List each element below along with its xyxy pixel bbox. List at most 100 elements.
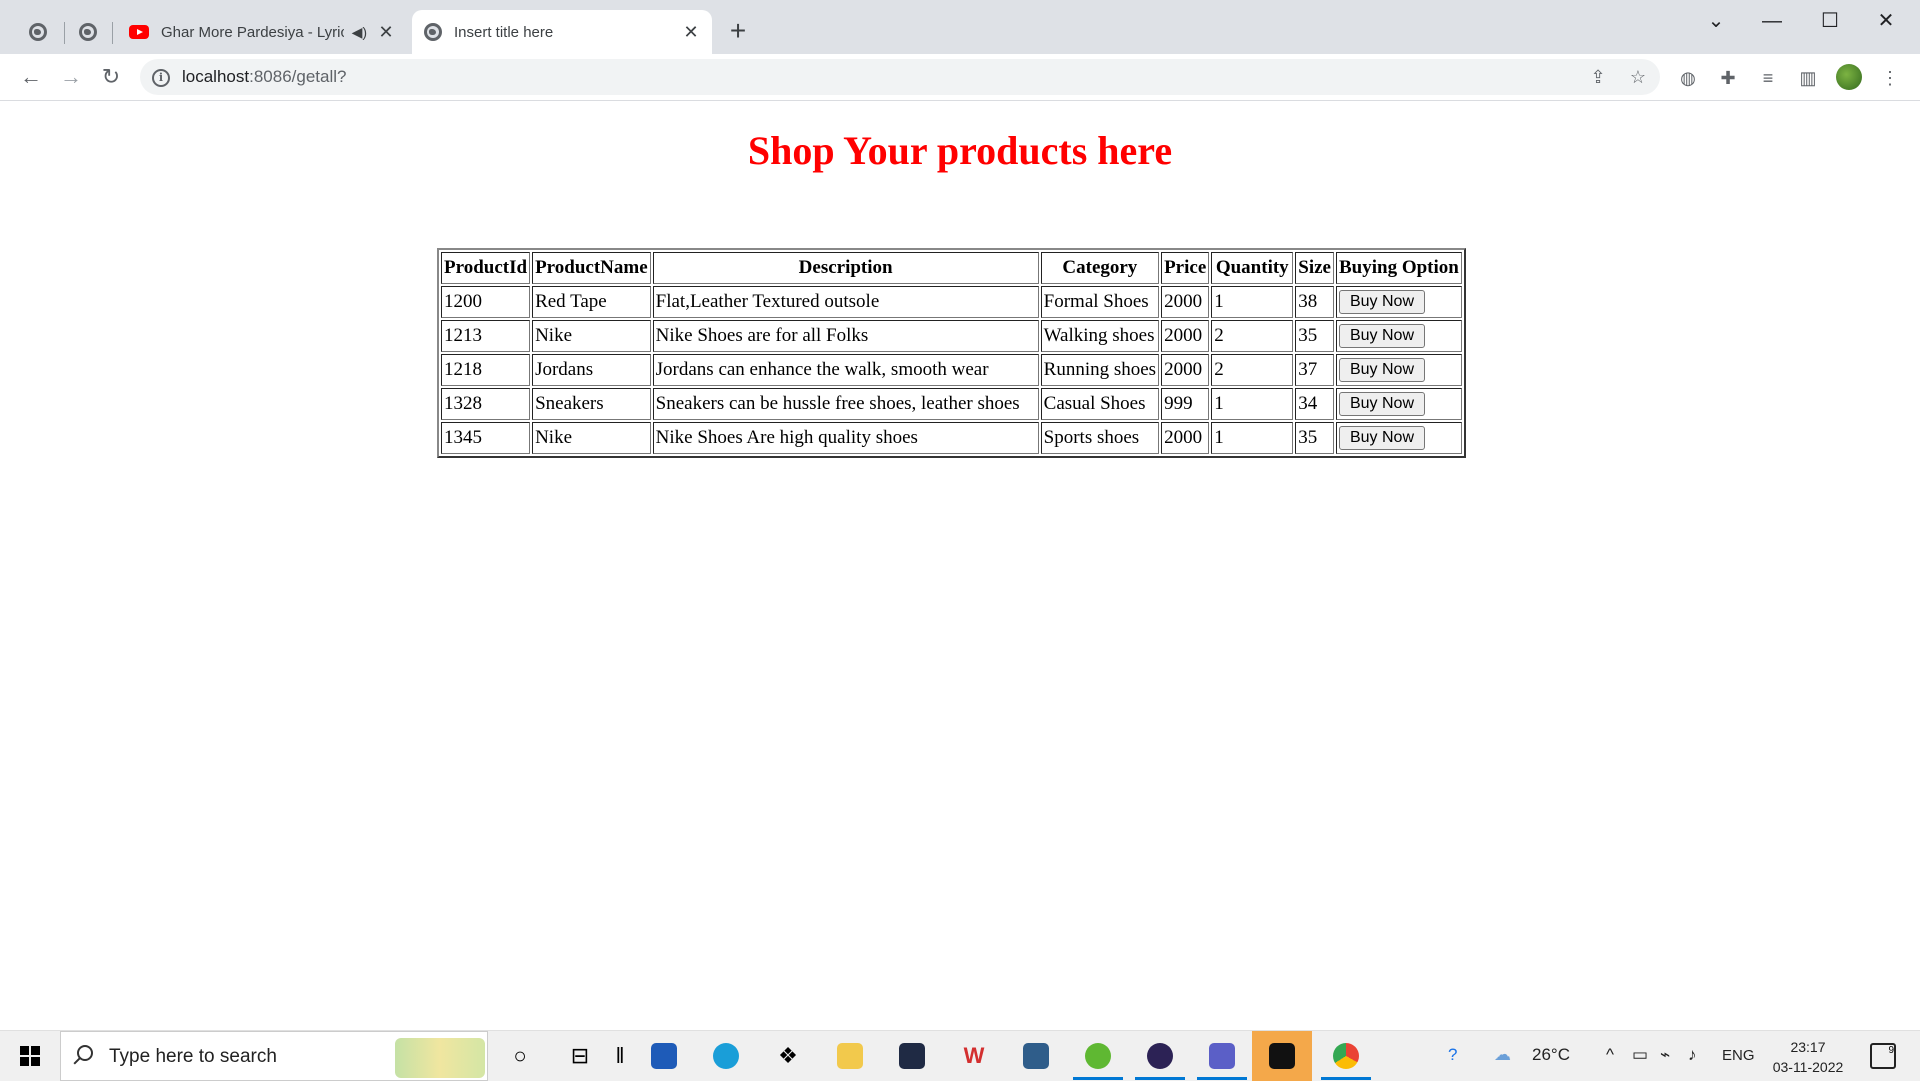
task-view-icon[interactable]: ⊟: [564, 1040, 596, 1072]
cell-description: Flat,Leather Textured outsole: [652, 286, 1039, 318]
buy-now-button[interactable]: Buy Now: [1338, 358, 1426, 382]
pipe-app-icon[interactable]: ‖: [604, 1040, 636, 1072]
cell-product-name: Nike: [532, 422, 651, 454]
share-icon[interactable]: ⇪: [1586, 65, 1610, 89]
cell-product-name: Nike: [532, 320, 651, 352]
buy-now-button[interactable]: Buy Now: [1338, 290, 1426, 314]
table-row: 1328 Sneakers Sneakers can be hussle fre…: [441, 388, 1462, 420]
reload-icon[interactable]: ↻: [94, 60, 128, 94]
header-size: Size: [1295, 252, 1334, 284]
dropbox-icon[interactable]: ❖: [772, 1040, 804, 1072]
windows-start-icon[interactable]: [20, 1046, 40, 1066]
translate-icon[interactable]: ◍: [1676, 66, 1700, 90]
buy-now-button[interactable]: Buy Now: [1338, 324, 1426, 348]
close-window-button[interactable]: ✕: [1858, 6, 1914, 36]
cell-product-id: 1328: [441, 388, 531, 420]
menu-kebab-icon[interactable]: ⋮: [1878, 66, 1902, 90]
table-header-row: ProductId ProductName Description Catego…: [441, 252, 1462, 284]
products-table: ProductId ProductName Description Catego…: [437, 248, 1466, 458]
speaker-icon[interactable]: ◀): [352, 24, 367, 41]
edge-icon[interactable]: [710, 1040, 742, 1072]
browser-tab-strip: Ghar More Pardesiya - Lyrica ◀) ✕ Insert…: [0, 0, 1920, 54]
globe-icon: [424, 23, 442, 41]
url-host: localhost: [182, 67, 250, 86]
mysql-workbench-icon[interactable]: [1020, 1040, 1052, 1072]
network-icon[interactable]: ⌁: [1660, 1045, 1670, 1065]
url-text[interactable]: localhost:8086/getall?: [182, 67, 346, 87]
extensions-puzzle-icon[interactable]: ✚: [1716, 66, 1740, 90]
cell-buying-option: Buy Now: [1335, 422, 1462, 454]
cell-category: Sports shoes: [1040, 422, 1160, 454]
cell-price: 2000: [1161, 320, 1210, 352]
microsoft-store-icon[interactable]: [648, 1040, 680, 1072]
buy-now-button[interactable]: Buy Now: [1338, 392, 1426, 416]
search-placeholder: Type here to search: [109, 1046, 277, 1067]
taskbar-search-box[interactable]: Type here to search: [60, 1031, 488, 1081]
youtube-icon: [129, 25, 149, 39]
close-tab-icon[interactable]: ✕: [680, 22, 702, 43]
teams-icon[interactable]: [1206, 1040, 1238, 1072]
media-control-icon[interactable]: ≡: [1756, 66, 1780, 90]
cortana-icon[interactable]: ○: [504, 1040, 536, 1072]
header-buying-option: Buying Option: [1335, 252, 1462, 284]
cell-category: Casual Shoes: [1040, 388, 1160, 420]
side-panel-icon[interactable]: ▥: [1796, 66, 1820, 90]
show-hidden-icons-chevron-icon[interactable]: ^: [1606, 1045, 1614, 1065]
close-tab-icon[interactable]: ✕: [375, 22, 397, 43]
wps-office-icon[interactable]: W: [958, 1040, 990, 1072]
header-product-name: ProductName: [532, 252, 651, 284]
file-explorer-icon[interactable]: [834, 1040, 866, 1072]
help-icon[interactable]: ?: [1448, 1045, 1457, 1065]
forward-arrow-icon[interactable]: →: [54, 60, 88, 94]
page-heading: Shop Your products here: [747, 128, 1173, 173]
cell-size: 37: [1295, 354, 1334, 386]
site-info-icon[interactable]: i: [152, 69, 170, 87]
profile-avatar[interactable]: [1836, 64, 1862, 90]
tab-title: Ghar More Pardesiya - Lyrica: [161, 23, 344, 41]
eclipse-icon[interactable]: [1144, 1040, 1176, 1072]
taskbar-clock[interactable]: 23:17 03-11-2022: [1768, 1037, 1848, 1077]
cell-quantity: 1: [1211, 388, 1294, 420]
bookmark-star-icon[interactable]: ☆: [1626, 65, 1650, 89]
maximize-button[interactable]: ☐: [1802, 6, 1858, 36]
header-quantity: Quantity: [1211, 252, 1294, 284]
weather-cloud-icon[interactable]: ☁: [1494, 1045, 1511, 1065]
cell-category: Walking shoes: [1040, 320, 1160, 352]
cell-size: 35: [1295, 422, 1334, 454]
battery-icon[interactable]: ▭: [1632, 1045, 1648, 1065]
pinned-tab-2[interactable]: [70, 14, 106, 50]
chrome-icon[interactable]: [1330, 1040, 1362, 1072]
back-arrow-icon[interactable]: ←: [14, 60, 48, 94]
spring-tool-suite-icon[interactable]: [1082, 1040, 1114, 1072]
terminal-app-icon[interactable]: [896, 1040, 928, 1072]
tab-insert-title[interactable]: Insert title here ✕: [412, 10, 712, 54]
cell-category: Formal Shoes: [1040, 286, 1160, 318]
header-description: Description: [652, 252, 1039, 284]
tab-separator: [64, 22, 65, 44]
table-row: 1213 Nike Nike Shoes are for all Folks W…: [441, 320, 1462, 352]
volume-icon[interactable]: ♪: [1688, 1045, 1697, 1065]
minimize-button[interactable]: —: [1744, 6, 1800, 36]
cell-buying-option: Buy Now: [1335, 320, 1462, 352]
windows-taskbar: Type here to search ○ ⊟ ‖ ❖ W ? ☁ 26°C ^…: [0, 1030, 1920, 1081]
clock-date: 03-11-2022: [1772, 1059, 1844, 1075]
notification-center-icon[interactable]: 9: [1870, 1043, 1896, 1069]
search-icon: [77, 1045, 93, 1061]
tab-search-dropdown[interactable]: ⌄: [1688, 6, 1744, 36]
cell-size: 34: [1295, 388, 1334, 420]
new-tab-button[interactable]: +: [722, 16, 754, 48]
tab-youtube[interactable]: Ghar More Pardesiya - Lyrica ◀) ✕: [117, 10, 407, 54]
webex-icon[interactable]: [1252, 1031, 1312, 1081]
cell-product-name: Red Tape: [532, 286, 651, 318]
pinned-tab-1[interactable]: [20, 14, 56, 50]
header-category: Category: [1040, 252, 1160, 284]
address-bar[interactable]: i localhost:8086/getall? ⇪ ☆: [140, 59, 1660, 95]
search-highlight-image: [395, 1038, 485, 1078]
buy-now-button[interactable]: Buy Now: [1338, 426, 1426, 450]
language-indicator[interactable]: ENG: [1722, 1047, 1755, 1064]
weather-temperature[interactable]: 26°C: [1532, 1045, 1570, 1065]
cell-description: Sneakers can be hussle free shoes, leath…: [652, 388, 1039, 420]
cell-size: 38: [1295, 286, 1334, 318]
notification-count: 9: [1888, 1045, 1894, 1056]
cell-product-id: 1213: [441, 320, 531, 352]
